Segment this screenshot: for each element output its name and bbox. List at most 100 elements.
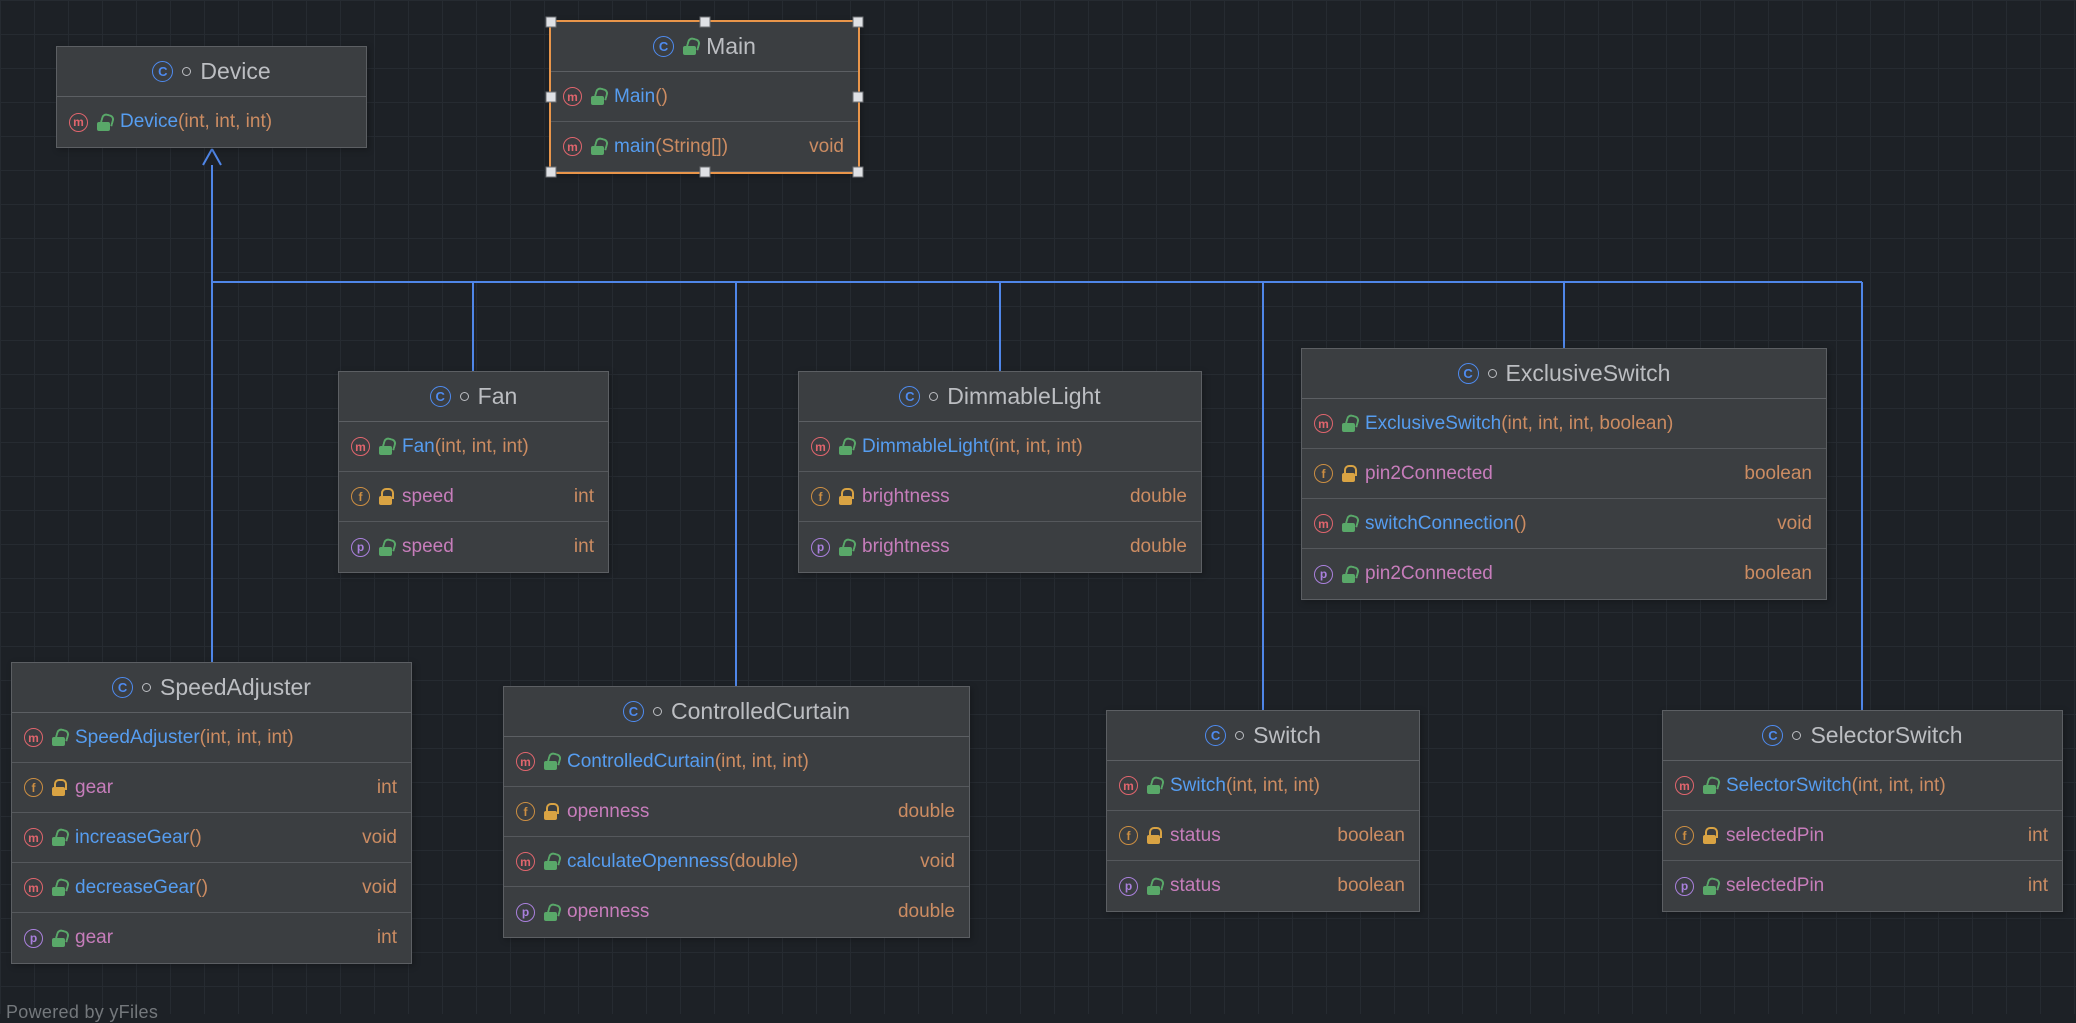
class-header[interactable]: C Device bbox=[57, 47, 366, 97]
property-icon: p bbox=[24, 928, 43, 948]
member-row-calculateopenness[interactable]: m calculateOpenness (double) void bbox=[504, 837, 969, 887]
member-row-brightness[interactable]: f brightness double bbox=[799, 472, 1201, 522]
public-unlock-icon bbox=[1342, 566, 1356, 583]
class-header[interactable]: C ControlledCurtain bbox=[504, 687, 969, 737]
selection-handle[interactable] bbox=[699, 16, 710, 28]
member-name: ControlledCurtain bbox=[567, 750, 715, 772]
method-icon: m bbox=[516, 752, 535, 771]
member-row-pin2connected[interactable]: p pin2Connected boolean bbox=[1302, 549, 1826, 599]
property-icon: p bbox=[1119, 876, 1138, 896]
selection-handle[interactable] bbox=[699, 166, 710, 178]
diagram-canvas[interactable]: Powered by yFiles C Device m Device (int, in… bbox=[0, 0, 2076, 1022]
member-params: (int, int, int) bbox=[434, 435, 529, 457]
class-node-exclusiveswitch[interactable]: C ExclusiveSwitch m ExclusiveSwitch (int, in… bbox=[1301, 348, 1827, 600]
member-params: (String[]) bbox=[655, 135, 729, 157]
member-row-switchconnection[interactable]: m switchConnection() void bbox=[1302, 499, 1826, 549]
member-name: Fan bbox=[402, 435, 435, 457]
public-unlock-icon bbox=[1147, 777, 1161, 794]
member-signature: decreaseGear() bbox=[75, 877, 208, 899]
class-name: ControlledCurtain bbox=[671, 698, 850, 724]
member-params: (int, int, int) bbox=[199, 726, 294, 748]
class-name: Switch bbox=[1253, 722, 1321, 748]
member-row-pin2connected[interactable]: f pin2Connected boolean bbox=[1302, 449, 1826, 499]
class-node-fan[interactable]: C Fan m Fan (int, int, int) f speed int p speed in… bbox=[338, 371, 609, 573]
member-row-selectorswitch[interactable]: m SelectorSwitch (int, int, int) bbox=[1663, 761, 2062, 811]
class-header[interactable]: C Switch bbox=[1107, 711, 1419, 761]
class-node-device[interactable]: C Device m Device (int, int, int) bbox=[56, 46, 367, 148]
public-unlock-icon bbox=[97, 114, 111, 131]
member-row-gear[interactable]: p gear int bbox=[12, 913, 411, 963]
class-node-speedadjuster[interactable]: C SpeedAdjuster m SpeedAdjuster (int, int, i… bbox=[11, 662, 412, 964]
private-lock-icon bbox=[1342, 465, 1357, 482]
member-params: (int, int, int) bbox=[1225, 774, 1320, 796]
selection-handle[interactable] bbox=[545, 91, 557, 103]
class-node-switch[interactable]: C Switch m Switch (int, int, int) f status bool… bbox=[1106, 710, 1420, 912]
field-icon: f bbox=[1675, 826, 1694, 845]
selection-handle[interactable] bbox=[545, 16, 557, 28]
member-type: int bbox=[573, 536, 594, 557]
method-icon: m bbox=[69, 112, 88, 132]
member-row-speed[interactable]: f speed int bbox=[339, 472, 608, 522]
member-name: selectedPin bbox=[1726, 824, 1825, 846]
member-row-main[interactable]: m main (String[]) void bbox=[551, 122, 858, 172]
method-icon: m bbox=[24, 828, 43, 847]
public-unlock-icon bbox=[839, 438, 853, 455]
private-lock-icon bbox=[52, 779, 67, 796]
member-row-main[interactable]: m Main() bbox=[551, 72, 858, 122]
public-unlock-icon bbox=[379, 438, 393, 455]
class-icon: C bbox=[429, 386, 451, 407]
field-icon: f bbox=[516, 802, 535, 821]
member-row-speedadjuster[interactable]: m SpeedAdjuster (int, int, int) bbox=[12, 713, 411, 763]
member-row-status[interactable]: p status boolean bbox=[1107, 861, 1419, 911]
class-header[interactable]: C ExclusiveSwitch bbox=[1302, 349, 1826, 399]
member-type: void bbox=[362, 826, 397, 848]
class-name: Device bbox=[200, 58, 271, 84]
selection-handle[interactable] bbox=[852, 166, 864, 178]
property-icon: p bbox=[516, 902, 535, 922]
member-name: selectedPin bbox=[1726, 875, 1825, 896]
member-row-switch[interactable]: m Switch (int, int, int) bbox=[1107, 761, 1419, 811]
member-row-speed[interactable]: p speed int bbox=[339, 522, 608, 572]
selection-handle[interactable] bbox=[852, 91, 864, 103]
member-row-selectedpin[interactable]: p selectedPin int bbox=[1663, 861, 2062, 911]
member-row-openness[interactable]: p openness double bbox=[504, 887, 969, 937]
public-unlock-icon bbox=[544, 853, 558, 870]
class-header[interactable]: C Main bbox=[551, 22, 858, 72]
member-name: decreaseGear bbox=[75, 876, 196, 898]
member-row-brightness[interactable]: p brightness double bbox=[799, 522, 1201, 572]
public-unlock-icon bbox=[379, 539, 393, 556]
member-params: (int, int, int) bbox=[714, 750, 809, 772]
member-name: ExclusiveSwitch bbox=[1365, 412, 1502, 434]
package-visibility-icon bbox=[142, 683, 152, 692]
member-signature: calculateOpenness (double) bbox=[567, 851, 798, 873]
member-row-device[interactable]: m Device (int, int, int) bbox=[57, 97, 366, 147]
class-node-main[interactable]: C Main m Main() m main (String[]) void bbox=[545, 16, 864, 178]
class-node-dimmablelight[interactable]: C DimmableLight m DimmableLight (int, int, i… bbox=[798, 371, 1202, 573]
public-unlock-icon bbox=[544, 753, 558, 770]
public-unlock-icon bbox=[544, 904, 558, 921]
selection-handle[interactable] bbox=[545, 166, 557, 178]
member-type: int bbox=[573, 485, 594, 507]
member-row-increasegear[interactable]: m increaseGear() void bbox=[12, 813, 411, 863]
class-icon: C bbox=[899, 386, 921, 407]
member-row-selectedpin[interactable]: f selectedPin int bbox=[1663, 811, 2062, 861]
class-header[interactable]: C Fan bbox=[339, 372, 608, 422]
class-header[interactable]: C SelectorSwitch bbox=[1663, 711, 2062, 761]
class-header[interactable]: C DimmableLight bbox=[799, 372, 1201, 422]
member-row-status[interactable]: f status boolean bbox=[1107, 811, 1419, 861]
member-row-dimmablelight[interactable]: m DimmableLight (int, int, int) bbox=[799, 422, 1201, 472]
class-node-controlledcurtain[interactable]: C ControlledCurtain m ControlledCurtain (int… bbox=[503, 686, 970, 938]
inheritance-arrowhead[interactable] bbox=[211, 148, 222, 166]
member-row-openness[interactable]: f openness double bbox=[504, 787, 969, 837]
class-node-selectorswitch[interactable]: C SelectorSwitch m SelectorSwitch (int, int,… bbox=[1662, 710, 2063, 912]
class-header[interactable]: C SpeedAdjuster bbox=[12, 663, 411, 713]
member-name: main bbox=[614, 135, 656, 157]
method-icon: m bbox=[1675, 776, 1694, 795]
inheritance-arrowhead[interactable] bbox=[202, 148, 213, 166]
member-row-fan[interactable]: m Fan (int, int, int) bbox=[339, 422, 608, 472]
member-row-controlledcurtain[interactable]: m ControlledCurtain (int, int, int) bbox=[504, 737, 969, 787]
member-row-gear[interactable]: f gear int bbox=[12, 763, 411, 813]
member-row-decreasegear[interactable]: m decreaseGear() void bbox=[12, 863, 411, 913]
selection-handle[interactable] bbox=[852, 16, 864, 28]
member-row-exclusiveswitch[interactable]: m ExclusiveSwitch (int, int, int, boolean) bbox=[1302, 399, 1826, 449]
